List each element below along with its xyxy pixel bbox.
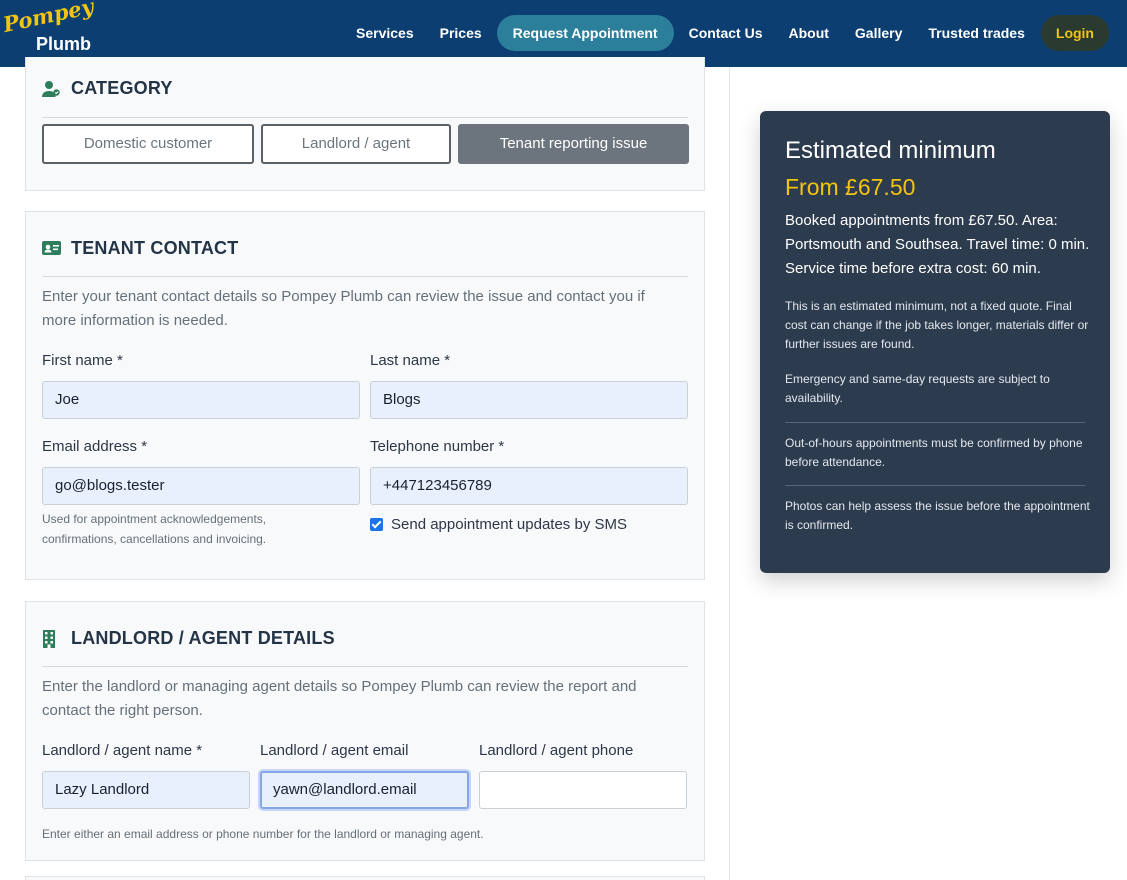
category-heading: CATEGORY xyxy=(42,78,173,99)
landlord-email-label: Landlord / agent email xyxy=(260,742,409,759)
estimate-heading: Estimated minimum xyxy=(785,137,996,164)
estimate-summary-panel: Estimated minimum From £67.50 Booked app… xyxy=(760,111,1110,573)
sms-checkbox[interactable] xyxy=(370,518,383,531)
landlord-divider xyxy=(42,666,688,667)
email-label: Email address * xyxy=(42,438,148,455)
building-icon xyxy=(42,629,61,648)
nav-services[interactable]: Services xyxy=(343,15,427,51)
sms-label: Send appointment updates by SMS xyxy=(391,516,627,533)
estimate-note-fixed-quote: This is an estimated minimum, not a fixe… xyxy=(785,299,1089,351)
site-logo[interactable]: Pompey Plumb xyxy=(1,0,96,56)
first-name-label: First name * xyxy=(42,352,123,369)
first-name-field[interactable]: Joe xyxy=(42,381,360,419)
tenant-contact-heading: TENANT CONTACT xyxy=(42,238,238,259)
nav-gallery[interactable]: Gallery xyxy=(842,15,915,51)
tenant-contact-title: TENANT CONTACT xyxy=(71,238,239,258)
estimate-separator-1 xyxy=(785,422,1085,423)
landlord-details-card: LANDLORD / AGENT DETAILS Enter the landl… xyxy=(25,601,705,861)
nav-about[interactable]: About xyxy=(775,15,841,51)
landlord-email-field[interactable]: yawn@landlord.email xyxy=(260,771,469,809)
email-help-text: Used for appointment acknowledgements, c… xyxy=(42,512,267,546)
main-nav: Services Prices Request Appointment Cont… xyxy=(343,15,1109,51)
category-tenant-button[interactable]: Tenant reporting issue xyxy=(458,124,689,164)
phone-label: Telephone number * xyxy=(370,438,505,455)
estimate-separator-2 xyxy=(785,485,1085,486)
estimate-note-photos: Photos can help assess the issue before … xyxy=(785,499,1090,532)
nav-trusted-trades[interactable]: Trusted trades xyxy=(915,15,1037,51)
landlord-description: Enter the landlord or managing agent det… xyxy=(42,678,637,719)
form-column: CATEGORY Domestic customer Landlord / ag… xyxy=(0,57,730,880)
category-landlord-button[interactable]: Landlord / agent xyxy=(261,124,451,164)
estimate-lead-text: Booked appointments from £67.50. Area: P… xyxy=(785,212,1090,277)
category-card: CATEGORY Domestic customer Landlord / ag… xyxy=(25,57,705,191)
nav-request-appointment[interactable]: Request Appointment xyxy=(496,15,674,51)
phone-field[interactable]: +447123456789 xyxy=(370,467,688,505)
user-group-icon xyxy=(42,80,61,98)
landlord-help-text: Enter either an email address or phone n… xyxy=(42,827,484,841)
estimate-note-emergency: Emergency and same-day requests are subj… xyxy=(785,372,1050,405)
category-domestic-button[interactable]: Domestic customer xyxy=(42,124,254,164)
next-card xyxy=(25,876,705,880)
nav-contact-us[interactable]: Contact Us xyxy=(676,15,776,51)
login-button[interactable]: Login xyxy=(1040,15,1109,51)
estimate-note-out-of-hours: Out-of-hours appointments must be confir… xyxy=(785,436,1083,469)
tenant-divider xyxy=(42,276,688,277)
id-card-icon xyxy=(42,240,61,258)
landlord-name-field[interactable]: Lazy Landlord xyxy=(42,771,250,809)
nav-prices[interactable]: Prices xyxy=(427,15,495,51)
landlord-phone-label: Landlord / agent phone xyxy=(479,742,634,759)
landlord-heading: LANDLORD / AGENT DETAILS xyxy=(42,628,335,649)
landlord-name-label: Landlord / agent name * xyxy=(42,742,203,759)
category-divider xyxy=(42,117,688,118)
last-name-label: Last name * xyxy=(370,352,451,369)
landlord-title: LANDLORD / AGENT DETAILS xyxy=(71,628,335,648)
logo-word-text: Plumb xyxy=(36,34,92,54)
estimate-price: From £67.50 xyxy=(785,174,916,200)
last-name-field[interactable]: Blogs xyxy=(370,381,688,419)
category-title: CATEGORY xyxy=(71,78,173,98)
sms-updates-option[interactable]: Send appointment updates by SMS xyxy=(370,516,627,533)
landlord-phone-field[interactable] xyxy=(479,771,687,809)
tenant-description: Enter your tenant contact details so Pom… xyxy=(42,288,645,329)
tenant-contact-card: TENANT CONTACT Enter your tenant contact… xyxy=(25,211,705,580)
logo-script-text: Pompey xyxy=(0,0,96,38)
email-field[interactable]: go@blogs.tester xyxy=(42,467,360,505)
